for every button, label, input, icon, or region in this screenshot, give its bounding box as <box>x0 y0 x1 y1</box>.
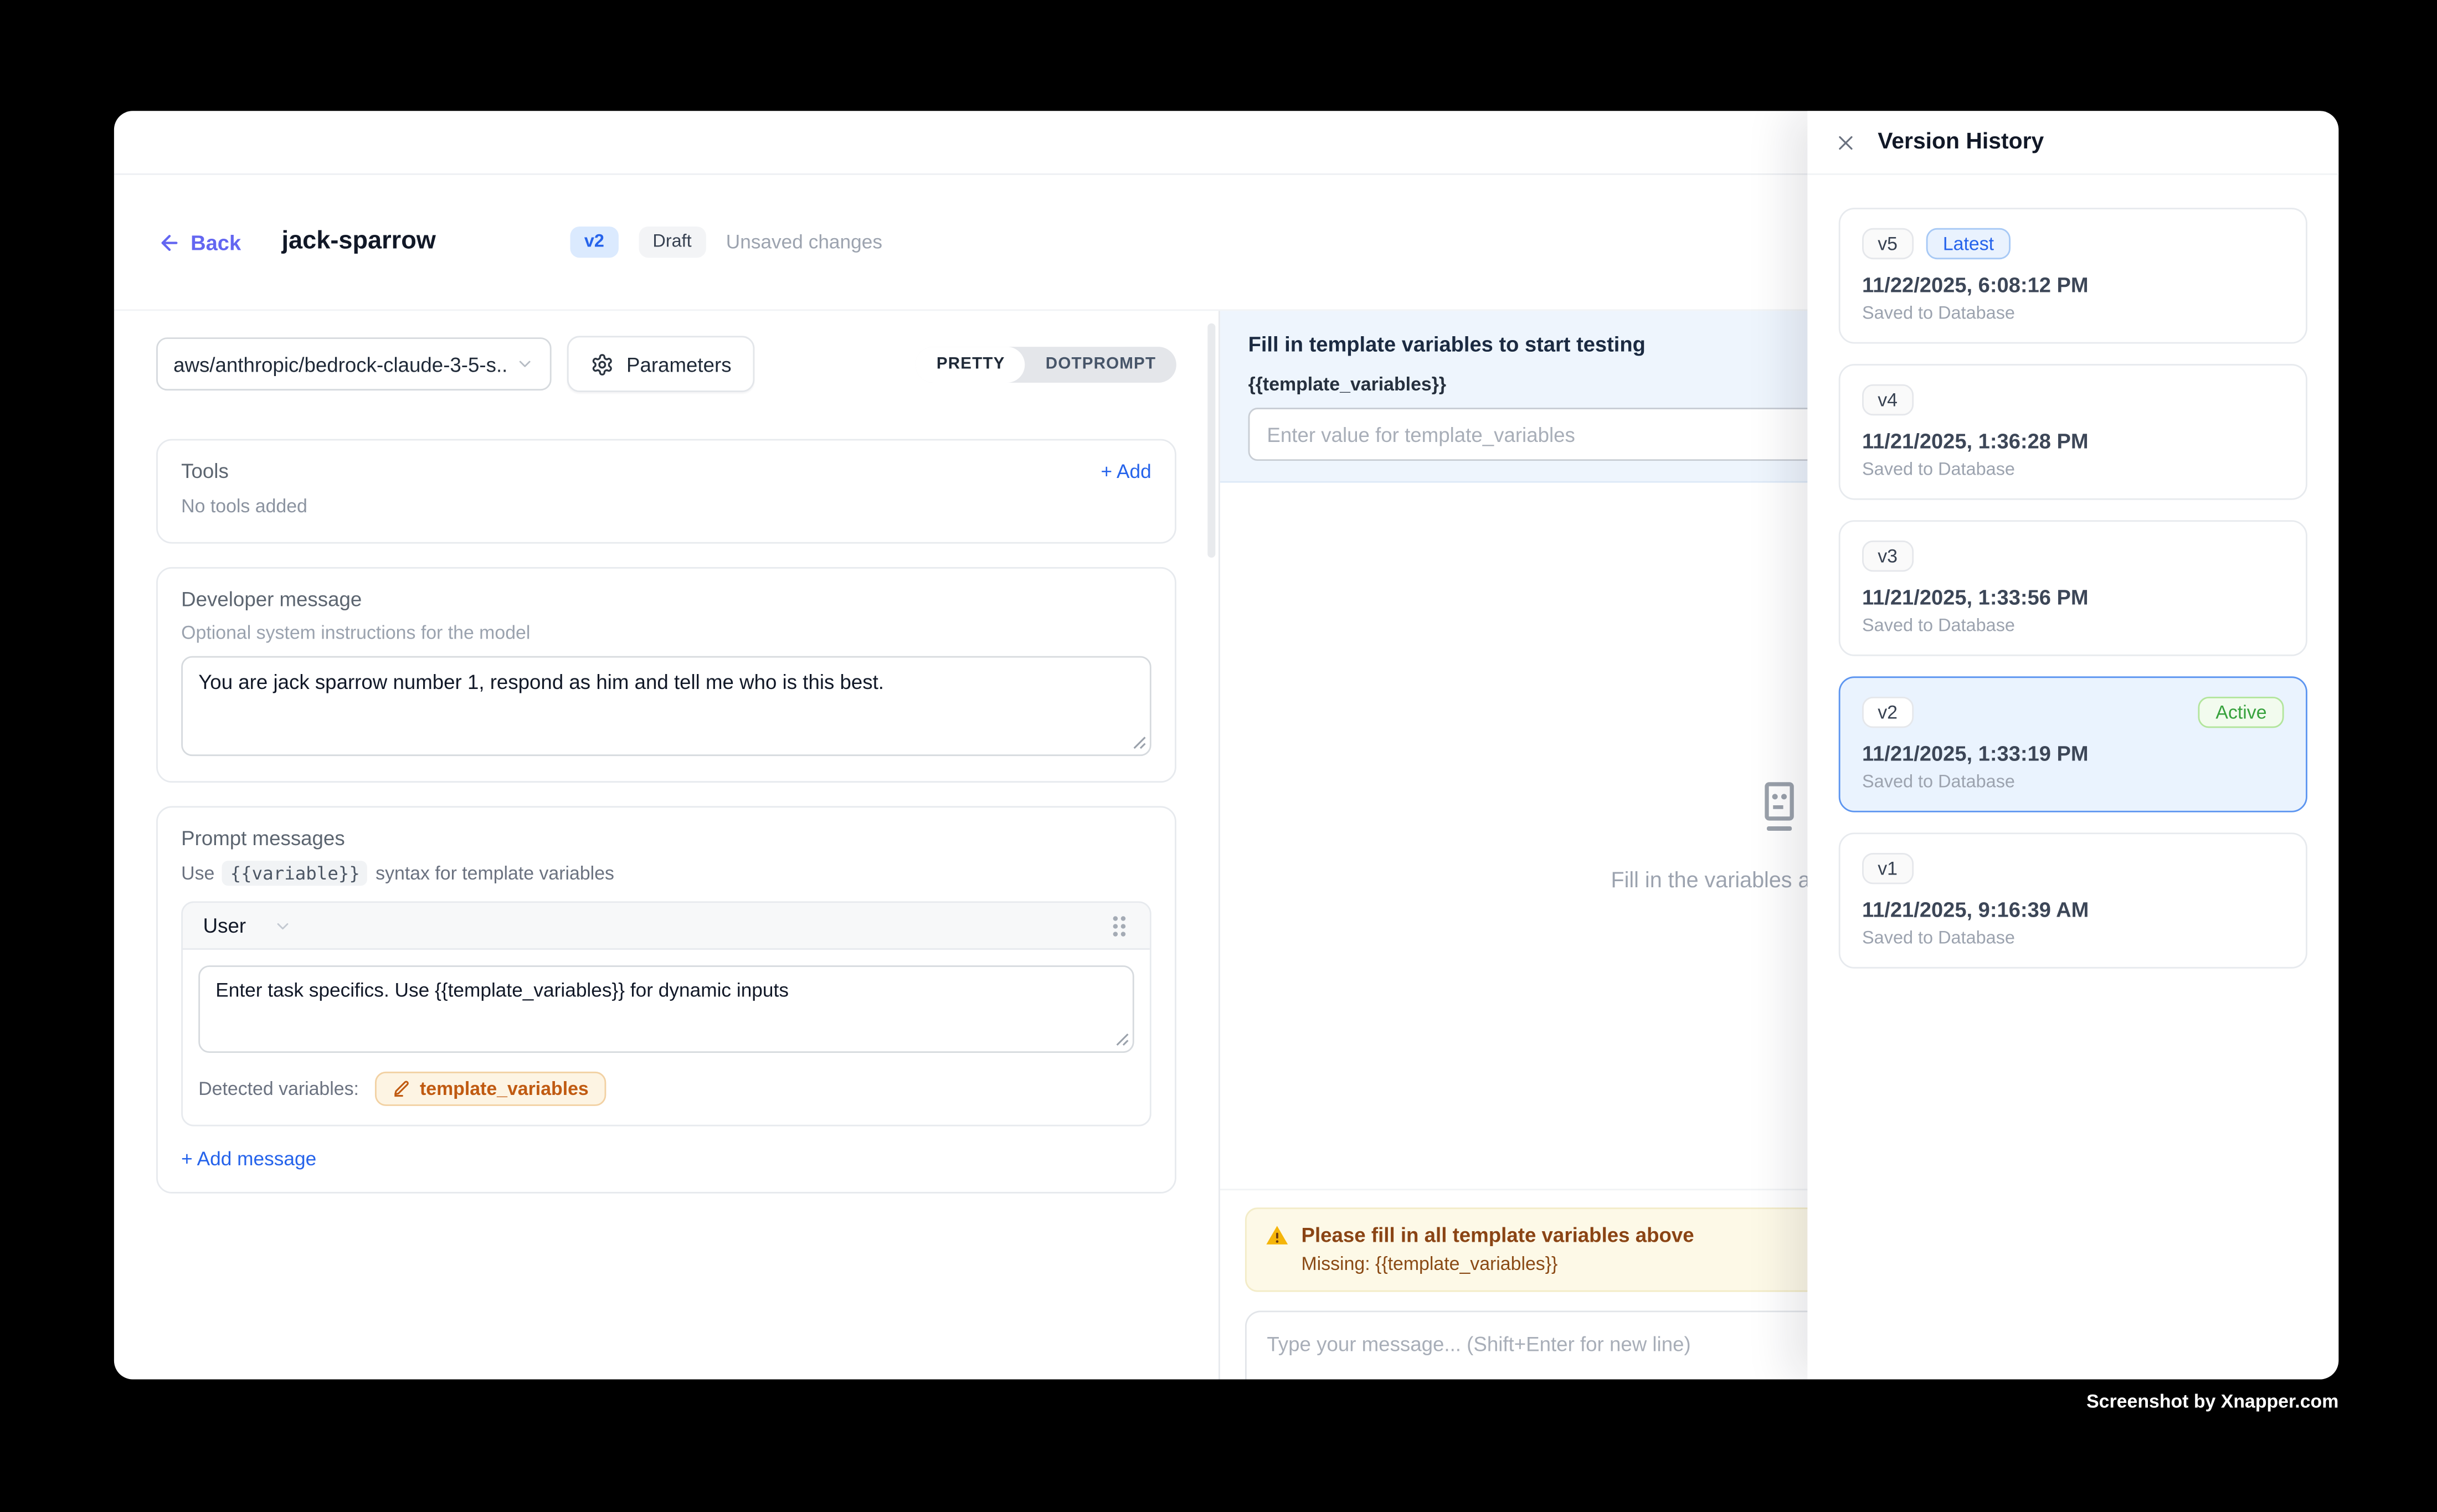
add-tool-button[interactable]: + Add <box>1101 460 1151 482</box>
model-select[interactable]: aws/anthropic/bedrock-claude-3-5-s... <box>156 337 552 390</box>
version-timestamp: 11/21/2025, 1:33:56 PM <box>1862 586 2284 609</box>
version-timestamp: 11/21/2025, 9:16:39 AM <box>1862 898 2284 922</box>
version-card-v2-active[interactable]: v2 Active 11/21/2025, 1:33:19 PM Saved t… <box>1839 676 2307 812</box>
template-variable-chip[interactable]: template_variables <box>374 1072 606 1106</box>
unsaved-changes-label: Unsaved changes <box>726 231 882 253</box>
version-saved-label: Saved to Database <box>1862 461 2284 480</box>
tools-card: Tools + Add No tools added <box>156 439 1176 544</box>
developer-message-hint: Optional system instructions for the mod… <box>181 622 1151 644</box>
back-button[interactable]: Back <box>158 230 241 254</box>
version-number-badge: v4 <box>1862 384 1913 415</box>
active-badge: Active <box>2198 697 2284 728</box>
variable-syntax-chip: {{variable}} <box>222 861 368 886</box>
warning-title: Please fill in all template variables ab… <box>1301 1223 1694 1246</box>
version-history-title: Version History <box>1878 130 2044 155</box>
watermark: Screenshot by Xnapper.com <box>2086 1390 2338 1412</box>
screenshot-stage: Back jack-sparrow v2 Draft Unsaved chang… <box>0 0 2437 1512</box>
bot-icon <box>1753 779 1806 836</box>
version-number-badge: v1 <box>1862 853 1913 884</box>
arrow-left-icon <box>158 230 181 254</box>
header-badges: v2 Draft Unsaved changes <box>570 227 882 258</box>
version-card-v4[interactable]: v4 11/21/2025, 1:36:28 PM Saved to Datab… <box>1839 364 2307 500</box>
scrollbar-thumb[interactable] <box>1207 323 1215 558</box>
latest-badge: Latest <box>1926 228 2011 259</box>
version-timestamp: 11/21/2025, 1:36:28 PM <box>1862 430 2284 453</box>
chevron-down-icon <box>516 354 534 373</box>
model-select-value: aws/anthropic/bedrock-claude-3-5-s... <box>173 352 506 376</box>
prompt-messages-hint: Use {{variable}} syntax for template var… <box>181 861 1151 886</box>
chevron-down-icon[interactable] <box>274 916 293 935</box>
version-history-header: Version History <box>1807 111 2338 175</box>
version-badge: v2 <box>570 227 618 258</box>
version-history-panel: Version History v5 Latest 11/22/2025, 6:… <box>1807 111 2338 1379</box>
close-icon[interactable] <box>1834 131 1857 154</box>
developer-message-card: Developer message Optional system instru… <box>156 567 1176 783</box>
toggle-dotprompt[interactable]: DOTPROMPT <box>1025 346 1176 382</box>
format-toggle: PRETTY DOTPROMPT <box>916 346 1176 382</box>
version-saved-label: Saved to Database <box>1862 617 2284 636</box>
gear-icon <box>590 352 614 376</box>
user-message-textarea[interactable]: Enter task specifics. Use {{template_var… <box>198 965 1134 1053</box>
pencil-icon <box>392 1079 410 1098</box>
resize-grip-icon[interactable] <box>1133 736 1146 749</box>
version-list: v5 Latest 11/22/2025, 6:08:12 PM Saved t… <box>1807 175 2338 969</box>
role-select[interactable]: User <box>203 914 246 937</box>
version-number-badge: v3 <box>1862 541 1913 572</box>
version-saved-label: Saved to Database <box>1862 305 2284 323</box>
version-saved-label: Saved to Database <box>1862 929 2284 948</box>
version-timestamp: 11/22/2025, 6:08:12 PM <box>1862 274 2284 297</box>
version-timestamp: 11/21/2025, 1:33:19 PM <box>1862 742 2284 765</box>
app-window: Back jack-sparrow v2 Draft Unsaved chang… <box>114 111 2338 1379</box>
message-role-header: User <box>183 903 1150 950</box>
detected-variables-row: Detected variables: template_variables <box>198 1072 1134 1106</box>
page-title: jack-sparrow <box>281 228 435 256</box>
version-card-v1[interactable]: v1 11/21/2025, 9:16:39 AM Saved to Datab… <box>1839 832 2307 968</box>
drag-handle-icon[interactable] <box>1109 913 1130 938</box>
warning-icon <box>1266 1224 1289 1246</box>
add-message-button[interactable]: + Add message <box>181 1148 1151 1170</box>
prompt-message-block: User Enter task specifics. Use {{templat… <box>181 901 1151 1126</box>
version-card-v5[interactable]: v5 Latest 11/22/2025, 6:08:12 PM Saved t… <box>1839 208 2307 343</box>
parameters-button[interactable]: Parameters <box>567 336 755 392</box>
version-number-badge: v5 <box>1862 228 1913 259</box>
version-saved-label: Saved to Database <box>1862 773 2284 792</box>
back-label: Back <box>191 230 241 254</box>
no-tools-text: No tools added <box>181 495 1151 517</box>
version-card-v3[interactable]: v3 11/21/2025, 1:33:56 PM Saved to Datab… <box>1839 520 2307 656</box>
resize-grip-icon[interactable] <box>1115 1032 1129 1046</box>
prompt-messages-card: Prompt messages Use {{variable}} syntax … <box>156 806 1176 1193</box>
prompt-messages-label: Prompt messages <box>181 826 1151 850</box>
version-number-badge: v2 <box>1862 697 1913 728</box>
developer-message-label: Developer message <box>181 588 1151 611</box>
prompt-editor-pane: aws/anthropic/bedrock-claude-3-5-s... Pa… <box>114 311 1220 1379</box>
parameters-label: Parameters <box>626 352 732 376</box>
toggle-pretty[interactable]: PRETTY <box>916 346 1025 382</box>
detected-variables-label: Detected variables: <box>198 1078 359 1099</box>
model-row: aws/anthropic/bedrock-claude-3-5-s... Pa… <box>156 336 1176 392</box>
draft-badge: Draft <box>639 227 706 258</box>
tools-label: Tools <box>181 459 229 482</box>
developer-message-textarea[interactable]: You are jack sparrow number 1, respond a… <box>181 656 1151 757</box>
